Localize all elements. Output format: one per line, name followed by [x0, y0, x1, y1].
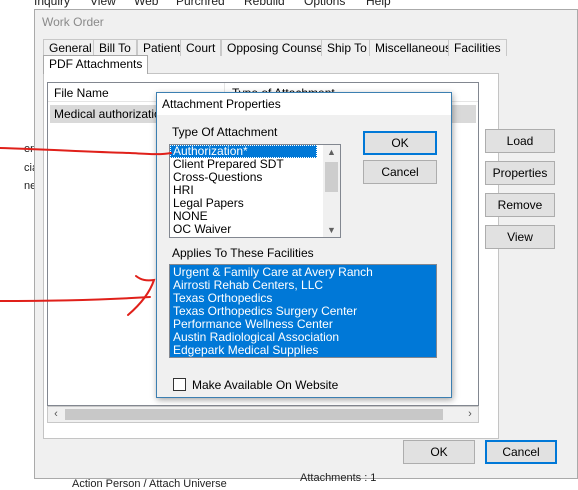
attachments-count: Attachments : 1 [300, 472, 377, 484]
tab-court[interactable]: Court [180, 39, 222, 56]
horizontal-scrollbar[interactable]: ‹ › [47, 406, 479, 423]
tab-facilities[interactable]: Facilities [448, 39, 507, 56]
tab-bill-to[interactable]: Bill To [93, 39, 137, 56]
scroll-up-icon[interactable]: ▲ [323, 147, 340, 157]
tab-strip: General Bill To Patient Court Opposing C… [43, 39, 563, 75]
column-file-name[interactable]: File Name [54, 86, 109, 100]
menu-inquiry[interactable]: Inquiry [34, 0, 70, 8]
properties-button[interactable]: Properties [485, 161, 555, 185]
tab-pdf-attachments[interactable]: PDF Attachments [43, 55, 149, 74]
scroll-thumb[interactable] [65, 409, 443, 420]
type-of-attachment-label: Type Of Attachment [172, 125, 278, 139]
scroll-thumb[interactable] [325, 162, 338, 192]
menu-options[interactable]: Options [304, 0, 345, 8]
ok-button[interactable]: OK [403, 440, 475, 464]
list-item[interactable]: Cross-Questions [170, 171, 340, 184]
scroll-right-icon[interactable]: › [462, 407, 478, 422]
tab-patient[interactable]: Patient [137, 39, 187, 56]
tab-ship-to[interactable]: Ship To [321, 39, 373, 56]
scroll-down-icon[interactable]: ▼ [323, 225, 340, 235]
dialog-titlebar: Attachment Properties [157, 93, 451, 115]
facilities-list[interactable]: Urgent & Family Care at Avery Ranch Airr… [169, 264, 437, 358]
menu-help[interactable]: Help [366, 0, 391, 8]
menu-rebuild[interactable]: Rebuild [244, 0, 285, 8]
menu-purchred[interactable]: Purchred [176, 0, 225, 8]
row-file-name: Medical authorization [54, 107, 168, 121]
list-item[interactable]: Edgepark Medical Supplies [170, 344, 436, 357]
dialog-cancel-button[interactable]: Cancel [363, 160, 437, 184]
background-text: Action Person / Attach Universe [72, 478, 227, 490]
menu-web[interactable]: Web [134, 0, 158, 8]
cancel-button[interactable]: Cancel [485, 440, 557, 464]
vertical-scrollbar[interactable]: ▲ ▼ [323, 145, 340, 237]
scroll-left-icon[interactable]: ‹ [48, 407, 64, 422]
dialog-title: Attachment Properties [162, 97, 281, 111]
attachment-properties-dialog: Attachment Properties Type Of Attachment… [156, 92, 452, 398]
dialog-ok-button[interactable]: OK [363, 131, 437, 155]
remove-button[interactable]: Remove [485, 193, 555, 217]
attachment-type-list[interactable]: Authorization* Client Prepared SDT Cross… [169, 144, 341, 238]
list-item[interactable]: OC Waiver [170, 223, 340, 236]
website-checkbox[interactable] [173, 378, 186, 391]
menu-view[interactable]: View [90, 0, 116, 8]
app-menubar: Inquiry View Web Purchred Rebuild Option… [34, 0, 578, 9]
view-button[interactable]: View [485, 225, 555, 249]
window-title: Work Order [42, 15, 104, 29]
facilities-label: Applies To These Facilities [172, 246, 314, 260]
website-checkbox-label[interactable]: Make Available On Website [192, 378, 338, 392]
load-button[interactable]: Load [485, 129, 555, 153]
background-app-edge: ent cia ner [0, 0, 40, 487]
tab-general[interactable]: General [43, 39, 98, 56]
tab-miscellaneous[interactable]: Miscellaneous [369, 39, 458, 56]
tab-opposing-counsel[interactable]: Opposing Counsel [221, 39, 332, 56]
